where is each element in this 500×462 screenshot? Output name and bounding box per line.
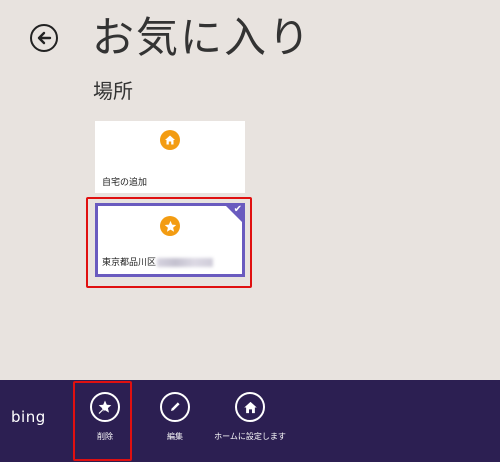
favorite-tile-home[interactable]: 自宅の追加 [95,121,245,193]
back-arrow-icon [37,31,52,45]
favorite-tile-location[interactable]: 東京都品川区 ✔ [95,203,245,277]
edit-label: 編集 [167,432,183,441]
tile-label-text: 東京都品川区 [102,258,157,268]
tile-label: 東京都品川区 [102,255,214,268]
tile-label: 自宅の追加 [102,178,148,188]
section-title: 場所 [93,79,133,103]
star-icon [160,216,180,236]
pencil-icon [160,392,190,422]
app-bar: bing 削除 編集 ホームに設定します [0,380,500,462]
remove-favorite-icon [90,392,120,422]
edit-button[interactable]: 編集 [145,392,205,443]
page-title: お気に入り [92,13,313,62]
delete-button[interactable]: 削除 [75,392,135,443]
set-home-label: ホームに設定します [214,432,286,441]
set-home-button[interactable]: ホームに設定します [209,392,291,443]
redacted-address [157,258,214,267]
home-icon [160,130,180,150]
delete-label: 削除 [97,432,113,441]
back-button[interactable] [30,24,58,52]
bing-logo: bing [11,408,46,426]
home-icon [235,392,265,422]
checkmark-icon: ✔ [233,204,242,215]
